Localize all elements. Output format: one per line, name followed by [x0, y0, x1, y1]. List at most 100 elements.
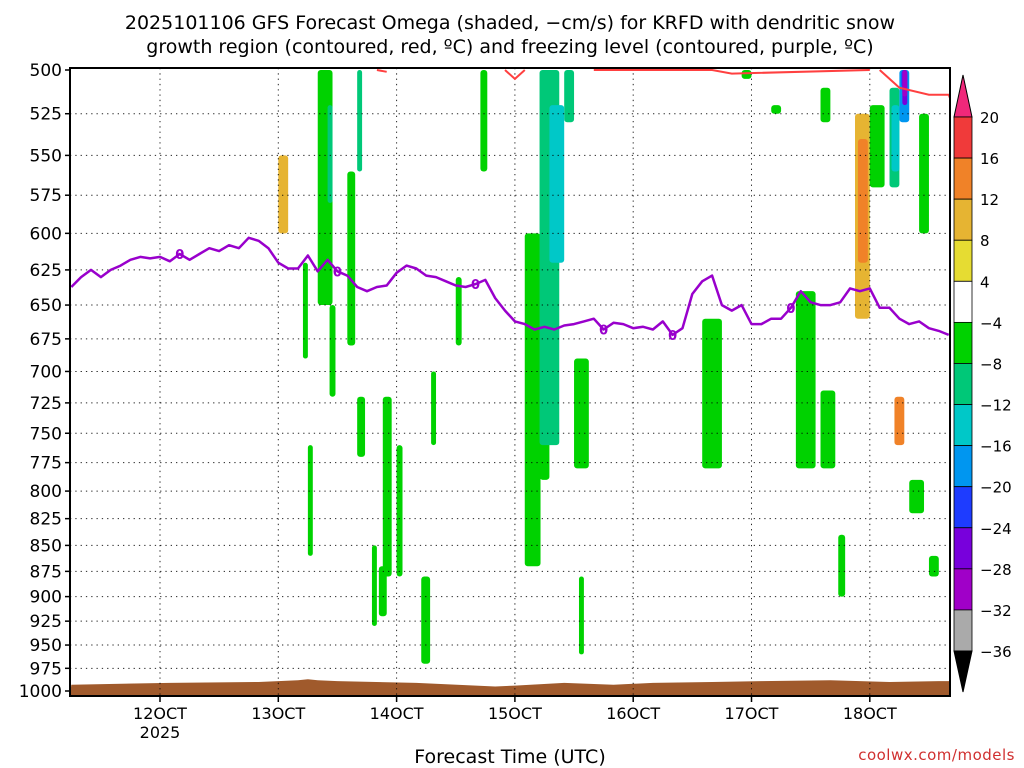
colorbar-label-7: −12 [980, 397, 1012, 415]
omega-region-78 [919, 113, 929, 234]
omega-region-71 [820, 390, 836, 469]
omega-region-6 [207, 491, 213, 567]
omega-region-83 [564, 70, 575, 123]
y-tick-label-875: 875 [30, 562, 62, 582]
colorbar-label-2: 12 [980, 191, 999, 209]
colorbar-band-7 [953, 404, 973, 447]
colorbar-label-11: −28 [980, 561, 1012, 579]
x-tick-label-14OCT: 14OCT [370, 704, 424, 723]
omega-region-52 [347, 171, 356, 346]
colorbar-band-11 [953, 568, 973, 611]
omega-region-0 [87, 87, 91, 372]
y-tick-label-950: 950 [30, 636, 62, 656]
colorbar-band-3 [953, 239, 973, 282]
omega-region-50 [329, 305, 336, 397]
colorbar-band-2 [953, 198, 973, 241]
omega-region-51 [302, 262, 308, 359]
x-tick-sublabel-12OCT: 2025 [140, 723, 181, 742]
y-tick-label-625: 625 [30, 261, 62, 281]
omega-region-54 [357, 396, 366, 457]
omega-region-81 [357, 70, 363, 172]
y-tick-label-725: 725 [30, 394, 62, 414]
omega-region-18 [505, 468, 520, 577]
omega-region-65 [574, 358, 589, 469]
omega-region-68 [741, 70, 752, 79]
omega-region-58 [396, 445, 403, 577]
omega-region-24 [633, 122, 648, 292]
omega-region-7 [238, 87, 244, 148]
chart-title-line-1: 2025101106 GFS Forecast Omega (shaded, −… [125, 12, 895, 34]
colorbar-band-1 [953, 157, 973, 200]
freezing-level-label-2: 0 [471, 278, 480, 293]
omega-region-23 [608, 105, 619, 203]
omega-region-63 [524, 233, 541, 567]
omega-region-45 [857, 138, 868, 263]
y-tick-label-500: 500 [30, 61, 62, 81]
omega-region-73 [909, 479, 925, 514]
omega-region-26 [712, 87, 732, 148]
omega-region-60 [431, 371, 437, 446]
y-tick-label-800: 800 [30, 482, 62, 502]
omega-region-57 [378, 566, 387, 617]
y-tick-label-975: 975 [30, 659, 62, 679]
omega-region-91 [902, 70, 908, 97]
x-tick-label-17OCT: 17OCT [725, 704, 779, 723]
y-tick-label-775: 775 [30, 454, 62, 474]
omega-region-66 [578, 576, 584, 655]
omega-region-17 [475, 171, 488, 263]
omega-region-77 [869, 105, 885, 188]
omega-region-55 [371, 545, 377, 626]
colorbar-label-5: −4 [980, 314, 1002, 332]
y-tick-label-900: 900 [30, 588, 62, 608]
omega-region-74 [928, 555, 939, 577]
omega-region-37 [928, 358, 949, 372]
colorbar: 20 16 12 8 4 −4 −8 −12 −16 −20 −24 −28 −32 −36 [953, 74, 1012, 693]
omega-region-10 [298, 87, 312, 172]
omega-region-13 [367, 318, 377, 422]
freezing-level-label-5: 0 [786, 302, 795, 317]
colorbar-label-1: 16 [980, 150, 999, 168]
omega-region-5 [179, 491, 186, 556]
y-tick-label-575: 575 [30, 186, 62, 206]
omega-region-76 [820, 87, 831, 123]
omega-region-27 [746, 78, 767, 88]
x-tick-label-16OCT: 16OCT [606, 704, 660, 723]
freezing-level-label-0: 0 [175, 248, 184, 263]
chart-figure: 2025101106 GFS Forecast Omega (shaded, −… [19, 12, 1015, 768]
plot-area: 0 0 0 0 0 0 [69, 67, 951, 697]
colorbar-band-4 [953, 280, 973, 323]
y-tick-label-650: 650 [30, 296, 62, 316]
colorbar-label-4: 4 [980, 273, 990, 291]
omega-region-70 [795, 291, 816, 469]
colorbar-label-0: 20 [980, 109, 999, 127]
chart-title-line-2: growth region (contoured, red, ºC) and f… [146, 36, 873, 58]
omega-region-1 [169, 78, 176, 114]
colorbar-label-12: −32 [980, 602, 1012, 620]
y-axis: 500 525 550 575 600 625 650 675 700 725 750 775 800 8… [19, 61, 70, 702]
colorbar-band-9 [953, 486, 973, 529]
y-tick-label-925: 925 [30, 612, 62, 632]
omega-region-72 [838, 534, 846, 597]
colorbar-label-9: −20 [980, 479, 1012, 497]
x-axis: 12OCT2025 13OCT 14OCT 15OCT 16OCT 17OCT 18OCT [133, 696, 897, 742]
colorbar-under-arrow [953, 650, 973, 693]
omega-region-20 [544, 491, 565, 617]
omega-region-59 [421, 576, 431, 664]
freezing-level-label-4: 0 [668, 329, 677, 344]
omega-region-53 [307, 445, 313, 556]
colorbar-label-6: −8 [980, 355, 1002, 373]
y-tick-label-825: 825 [30, 510, 62, 530]
x-tick-label-13OCT: 13OCT [251, 704, 305, 723]
colorbar-band-10 [953, 527, 973, 570]
credit-link[interactable]: coolwx.com/models [858, 746, 1015, 764]
y-tick-label-525: 525 [30, 105, 62, 125]
omega-region-67 [702, 318, 722, 469]
omega-region-12 [357, 171, 377, 270]
x-tick-label-18OCT: 18OCT [843, 704, 897, 723]
colorbar-band-12 [953, 609, 973, 652]
y-tick-label-750: 750 [30, 424, 62, 444]
colorbar-label-8: −16 [980, 438, 1012, 456]
freezing-level-label-3: 0 [599, 324, 608, 339]
colorbar-band-8 [953, 445, 973, 488]
x-tick-label-12OCT: 12OCT [133, 704, 187, 723]
